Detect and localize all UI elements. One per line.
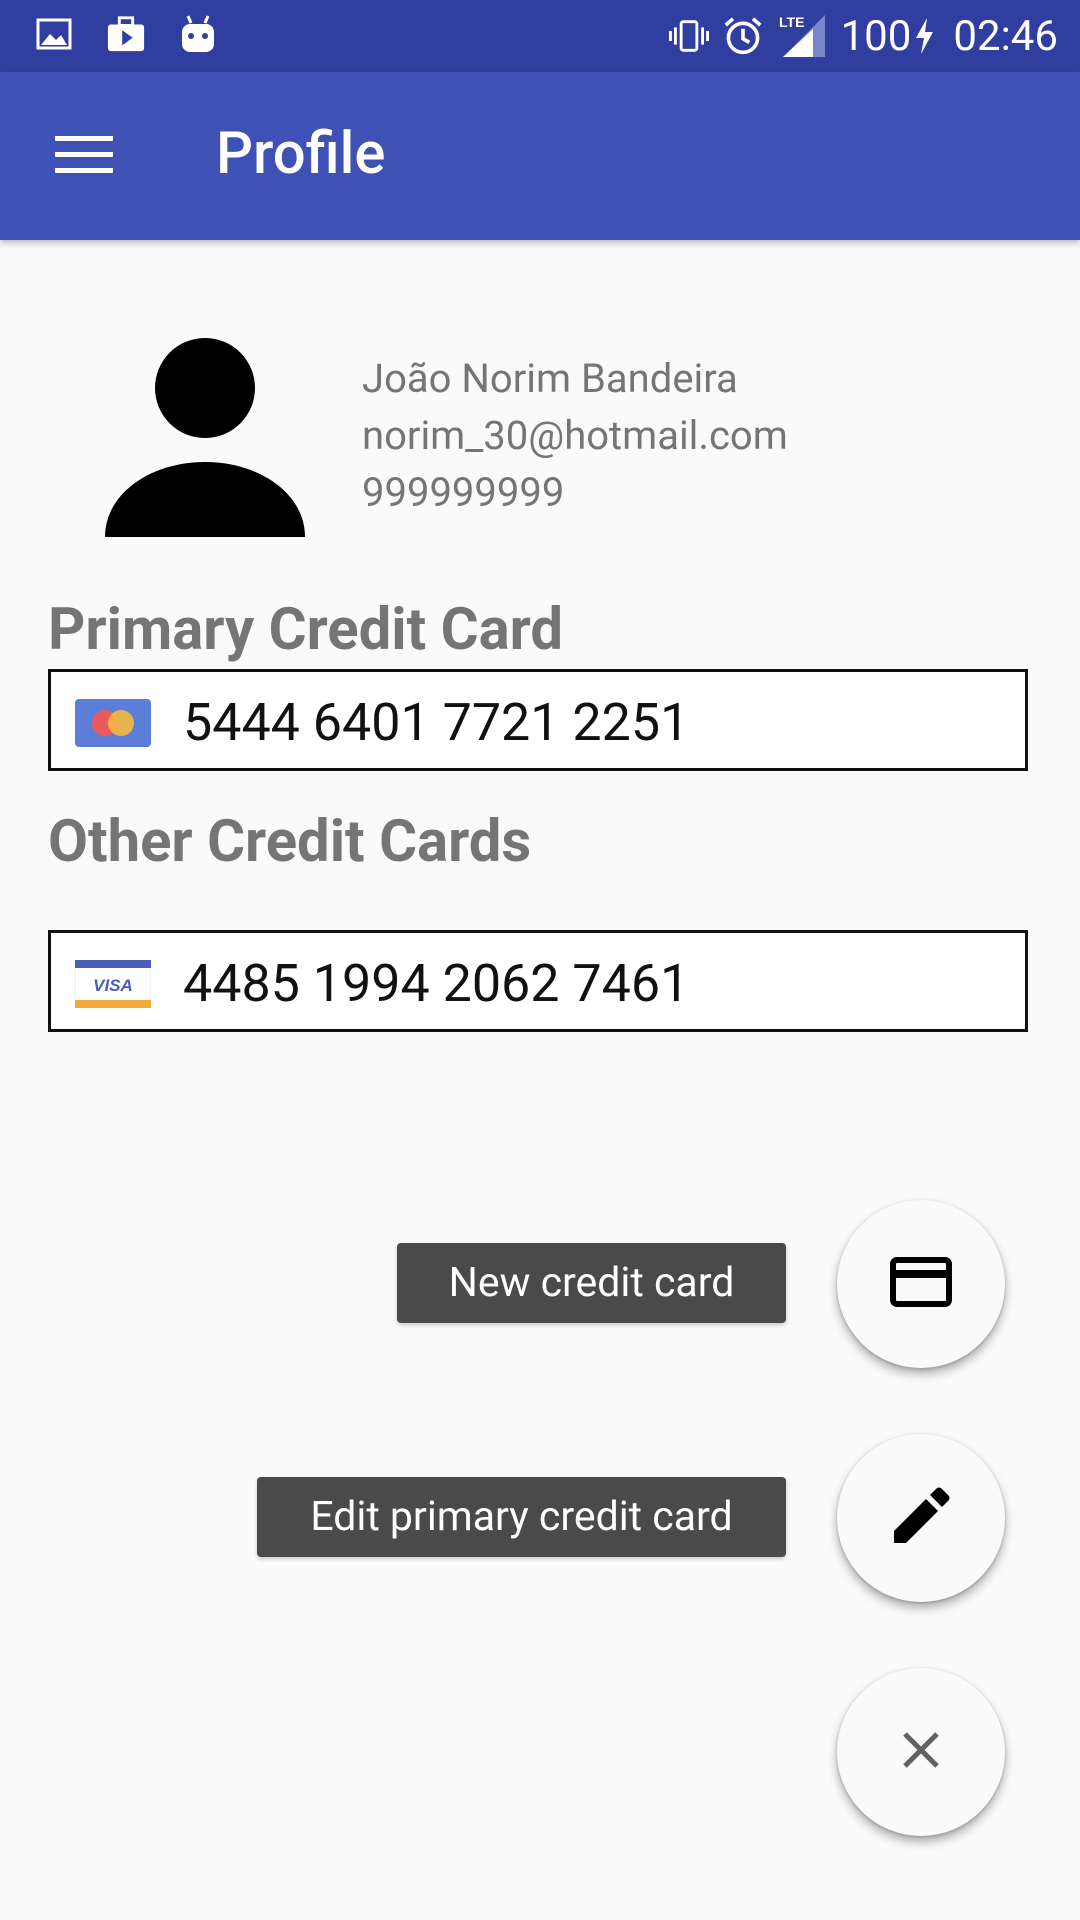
new-card-button[interactable] <box>837 1200 1005 1368</box>
other-card-row[interactable]: VISA 4485 1994 2062 7461 <box>48 930 1028 1032</box>
signal-icon: LTE <box>777 14 827 57</box>
user-info: João Norim Bandeira norim_30@hotmail.com… <box>362 350 788 521</box>
user-email: norim_30@hotmail.com <box>362 412 788 459</box>
alarm-icon <box>723 16 763 56</box>
other-card-number: 4485 1994 2062 7461 <box>183 953 690 1014</box>
avatar <box>100 334 310 544</box>
vibrate-icon <box>668 16 709 56</box>
page-title: Profile <box>216 120 386 188</box>
close-fab-button[interactable] <box>837 1668 1005 1836</box>
primary-card-heading: Primary Credit Card <box>48 596 563 664</box>
pencil-icon <box>892 1487 950 1549</box>
new-card-label[interactable]: New credit card <box>397 1243 786 1323</box>
svg-text:LTE: LTE <box>779 14 804 30</box>
charging-icon <box>913 16 935 56</box>
other-cards-heading: Other Credit Cards <box>48 808 532 876</box>
app-bar: Profile <box>0 72 1080 240</box>
edit-primary-button[interactable] <box>837 1434 1005 1602</box>
credit-card-icon <box>890 1257 952 1311</box>
battery-level: 100 <box>840 11 912 61</box>
status-bar: LTE 100 02:46 <box>0 0 1080 72</box>
android-icon <box>178 14 218 54</box>
edit-primary-label[interactable]: Edit primary credit card <box>257 1477 786 1557</box>
briefcase-play-icon <box>106 14 146 54</box>
mastercard-icon <box>75 699 151 747</box>
visa-icon: VISA <box>74 959 152 1009</box>
image-icon <box>34 14 74 54</box>
person-icon <box>100 338 310 548</box>
menu-icon <box>55 134 113 178</box>
primary-card-row[interactable]: 5444 6401 7721 2251 <box>48 669 1028 771</box>
menu-button[interactable] <box>36 116 132 196</box>
user-name: João Norim Bandeira <box>362 355 738 402</box>
primary-card-number: 5444 6401 7721 2251 <box>183 692 690 753</box>
user-phone: 999999999 <box>362 469 565 516</box>
clock: 02:46 <box>953 11 1058 61</box>
close-icon <box>901 1730 941 1774</box>
svg-text:VISA: VISA <box>93 976 133 995</box>
